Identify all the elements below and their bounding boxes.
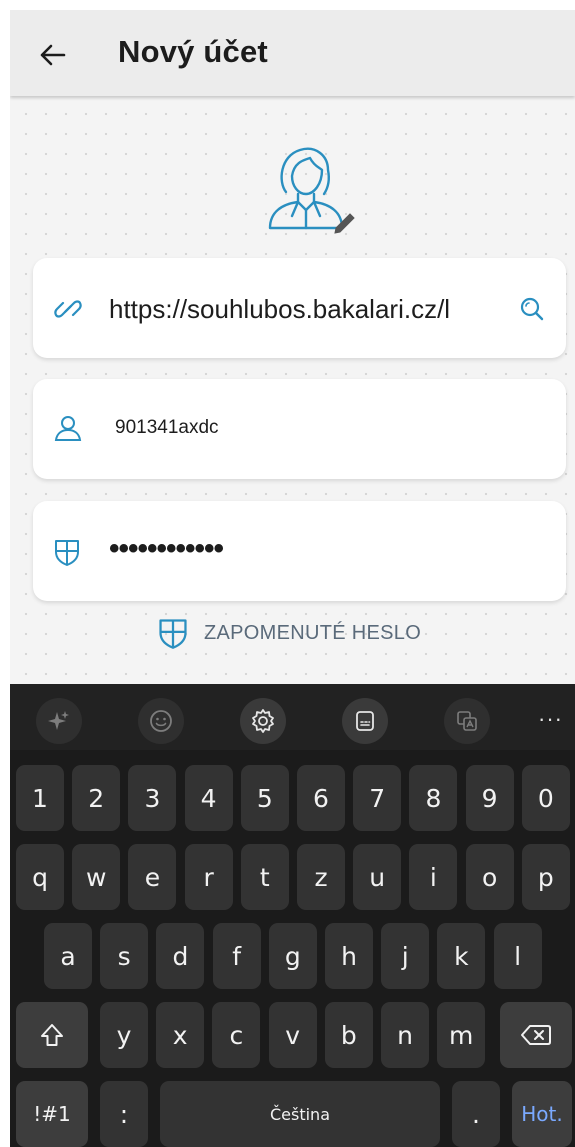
key-t[interactable]: t — [240, 844, 289, 910]
key-g[interactable]: g — [268, 923, 317, 989]
server-url-field[interactable]: https://souhlubos.bakalari.cz/l — [33, 258, 566, 358]
page-title: Nový účet — [118, 34, 268, 69]
key-4[interactable]: 4 — [184, 765, 233, 831]
server-url-value[interactable]: https://souhlubos.bakalari.cz/l — [109, 294, 521, 325]
more-icon[interactable]: ··· — [538, 706, 563, 732]
translate-icon[interactable] — [444, 698, 490, 744]
key-r[interactable]: r — [184, 844, 233, 910]
key-3[interactable]: 3 — [128, 765, 177, 831]
key-6[interactable]: 6 — [297, 765, 345, 831]
username-value[interactable]: 901341axdc — [115, 417, 219, 439]
key-q[interactable]: q — [16, 844, 64, 910]
key-x[interactable]: x — [156, 1002, 205, 1068]
key-z[interactable]: z — [297, 844, 345, 910]
key-j[interactable]: j — [381, 923, 430, 989]
key-y[interactable]: y — [100, 1002, 148, 1068]
key-w[interactable]: w — [72, 844, 121, 910]
key-p[interactable]: p — [521, 844, 570, 910]
settings-icon[interactable] — [240, 698, 286, 744]
shift-key[interactable] — [16, 1002, 88, 1068]
key-h[interactable]: h — [325, 923, 373, 989]
shield-icon — [159, 619, 187, 649]
shield-icon — [55, 540, 79, 566]
key-c[interactable]: c — [212, 1002, 261, 1068]
key-d[interactable]: d — [156, 923, 205, 989]
key-s[interactable]: s — [100, 923, 149, 989]
key-1[interactable]: 1 — [16, 765, 64, 831]
key-n[interactable]: n — [381, 1002, 429, 1068]
key-0[interactable]: 0 — [521, 765, 570, 831]
clipboard-icon[interactable] — [342, 698, 388, 744]
key-e[interactable]: e — [128, 844, 177, 910]
forgot-password-link[interactable]: ZAPOMENUTÉ HESLO — [156, 616, 421, 650]
key-o[interactable]: o — [465, 844, 514, 910]
link-icon — [54, 300, 82, 318]
key-l[interactable]: l — [493, 923, 542, 989]
shift-icon — [41, 1024, 63, 1046]
avatar-icon[interactable] — [258, 136, 358, 236]
key-m[interactable]: m — [437, 1002, 486, 1068]
backspace-icon — [521, 1025, 551, 1045]
keyboard-toolbar: ··· — [10, 684, 575, 750]
key-f[interactable]: f — [212, 923, 261, 989]
action-key[interactable]: Hot. — [512, 1081, 572, 1147]
backspace-key[interactable] — [500, 1002, 572, 1068]
key-2[interactable]: 2 — [72, 765, 121, 831]
key-7[interactable]: 7 — [353, 765, 402, 831]
key-a[interactable]: a — [44, 923, 92, 989]
user-icon — [54, 416, 82, 441]
search-icon[interactable] — [519, 296, 545, 322]
keyboard: ··· 1234567890 qwertzuiop asdfghjkl yxcvbnm… — [10, 684, 575, 1147]
key-5[interactable]: 5 — [240, 765, 289, 831]
password-field[interactable]: •••••••••••• — [33, 501, 566, 601]
key-b[interactable]: b — [324, 1002, 373, 1068]
emoji-icon[interactable] — [138, 698, 184, 744]
form-area: https://souhlubos.bakalari.cz/l 901341ax… — [10, 96, 575, 684]
key-colon[interactable]: : — [100, 1081, 148, 1147]
key-period[interactable]: . — [452, 1081, 500, 1147]
forgot-password-label: ZAPOMENUTÉ HESLO — [204, 621, 422, 644]
key-9[interactable]: 9 — [465, 765, 514, 831]
symbols-key[interactable]: !#1 — [16, 1081, 88, 1147]
back-arrow-icon[interactable] — [36, 38, 70, 72]
app-bar: Nový účet — [10, 10, 575, 96]
space-key[interactable]: Čeština — [160, 1081, 440, 1147]
username-field[interactable]: 901341axdc — [33, 379, 566, 479]
sparkle-icon[interactable] — [36, 698, 82, 744]
key-8[interactable]: 8 — [409, 765, 458, 831]
password-value[interactable]: •••••••••••• — [109, 532, 224, 566]
screen: Nový účet https://souhlubos.bakalari.cz/… — [10, 10, 575, 1147]
key-i[interactable]: i — [409, 844, 458, 910]
key-u[interactable]: u — [353, 844, 402, 910]
key-k[interactable]: k — [437, 923, 486, 989]
key-v[interactable]: v — [268, 1002, 317, 1068]
